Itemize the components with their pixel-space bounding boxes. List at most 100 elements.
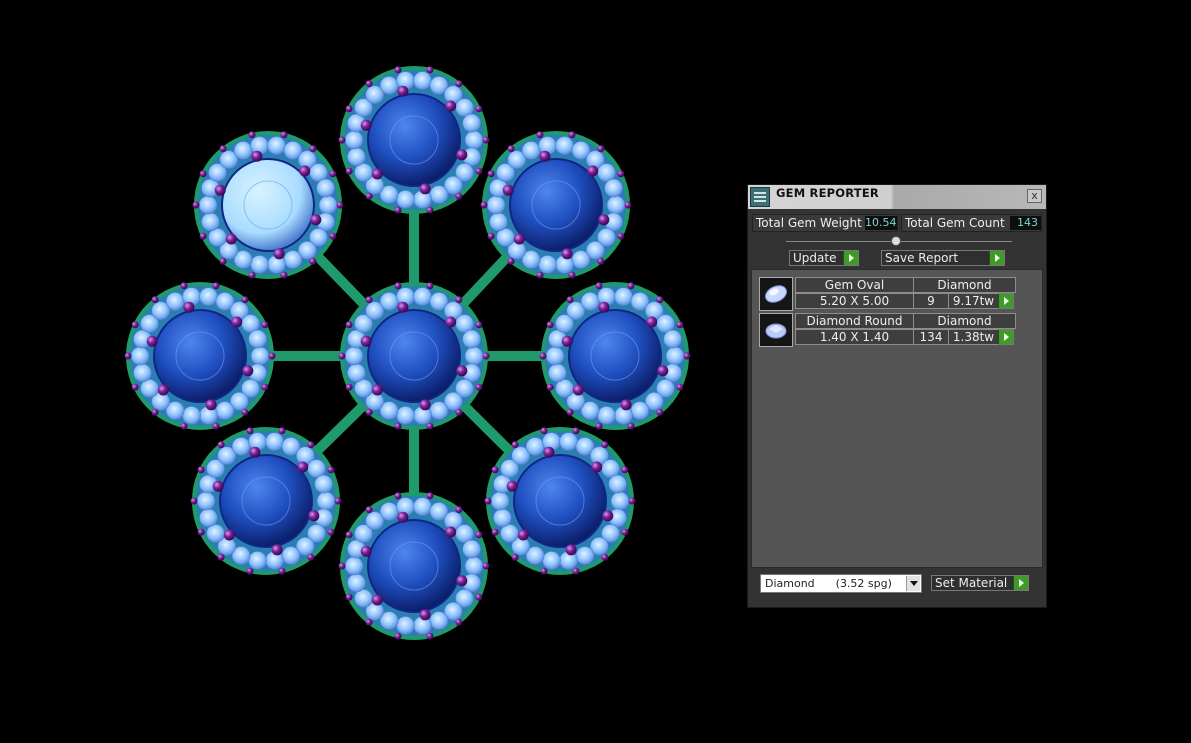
pave-diamond	[538, 255, 557, 274]
bead-prong	[621, 466, 629, 474]
pave-diamond	[379, 76, 399, 95]
bead-prong	[455, 618, 463, 626]
play-arrow-icon	[843, 251, 858, 265]
splitter-handle[interactable]	[891, 236, 901, 246]
bead-prong	[217, 553, 225, 561]
pave-diamond	[182, 406, 201, 425]
bead-prong	[394, 66, 402, 74]
bead-prong	[566, 296, 574, 304]
prong	[646, 316, 658, 328]
bead-prong	[426, 206, 434, 214]
pave-diamond	[665, 346, 685, 366]
bead-prong	[455, 80, 463, 88]
update-button[interactable]: Update	[789, 250, 859, 266]
gem-name: Gem Oval	[795, 277, 914, 293]
prong	[397, 511, 409, 523]
bead-prong	[480, 201, 488, 209]
chevron-down-icon[interactable]	[906, 576, 920, 591]
prong	[620, 399, 632, 411]
pave-diamond	[199, 287, 218, 306]
pave-diamond	[610, 491, 630, 511]
bead-prong	[336, 201, 344, 209]
play-arrow-icon	[998, 330, 1013, 344]
bead-prong	[482, 562, 490, 570]
pave-diamond	[347, 573, 366, 593]
prong	[572, 384, 584, 396]
pave-diamond	[130, 346, 150, 366]
save-report-button[interactable]: Save Report	[881, 250, 1005, 266]
bead-prong	[248, 131, 256, 139]
bead-prong	[131, 321, 139, 329]
bead-prong	[327, 528, 335, 536]
pave-diamond	[379, 502, 399, 521]
pave-diamond	[281, 546, 301, 565]
pave-diamond	[215, 401, 235, 420]
set-material-button[interactable]: Set Material	[931, 575, 1029, 591]
pave-diamond	[606, 195, 626, 215]
bead-prong	[338, 562, 346, 570]
prong	[310, 214, 322, 226]
bead-prong	[597, 257, 605, 265]
pave-diamond	[486, 195, 506, 215]
bead-prong	[394, 492, 402, 500]
prong	[242, 365, 254, 377]
prong	[502, 184, 514, 196]
gem-row[interactable]: Diamond Round Diamond 1.40 X 1.40 134 1.…	[759, 313, 1018, 347]
pave-diamond	[396, 406, 415, 425]
save-report-button-label: Save Report	[885, 251, 959, 265]
prong	[445, 526, 457, 538]
3d-viewport[interactable]	[0, 0, 730, 743]
gem-row[interactable]: Gem Oval Diamond 5.20 X 5.00 9 9.17tw	[759, 277, 1018, 311]
bead-prong	[487, 232, 495, 240]
gem-size: 1.40 X 1.40	[795, 329, 914, 345]
bead-prong	[197, 528, 205, 536]
bead-prong	[219, 145, 227, 153]
pave-diamond	[413, 287, 432, 306]
prong	[223, 529, 235, 541]
prong	[205, 399, 217, 411]
pave-diamond	[344, 556, 364, 576]
pave-diamond	[198, 195, 218, 215]
bead-prong	[261, 321, 269, 329]
bead-prong	[307, 553, 315, 561]
bead-prong	[426, 632, 434, 640]
gem-weight: 1.38tw	[948, 329, 999, 345]
gem-row-go-button[interactable]	[998, 293, 1014, 309]
panel-titlebar[interactable]: GEM REPORTER x	[748, 185, 1046, 209]
bead-prong	[536, 271, 544, 279]
pave-diamond	[604, 178, 623, 198]
prong	[397, 85, 409, 97]
prong	[419, 399, 431, 411]
bead-prong	[484, 497, 492, 505]
prong	[146, 335, 158, 347]
gem-row-go-button[interactable]	[998, 329, 1014, 345]
bead-prong	[487, 170, 495, 178]
bead-prong	[511, 441, 519, 449]
close-icon[interactable]: x	[1027, 189, 1042, 203]
bead-prong	[219, 257, 227, 265]
prong	[231, 316, 243, 328]
pave-diamond	[630, 401, 650, 420]
bead-prong	[365, 506, 373, 514]
pave-diamond	[396, 190, 415, 209]
pave-diamond	[614, 287, 633, 306]
bead-prong	[540, 567, 548, 575]
pave-diamond	[316, 491, 336, 511]
pave-diamond	[462, 113, 481, 133]
prong	[360, 335, 372, 347]
material-select[interactable]: Diamond (3.52 spg)	[760, 574, 922, 593]
bead-prong	[568, 131, 576, 139]
jewelry-render[interactable]	[0, 0, 730, 743]
bead-prong	[212, 422, 220, 430]
bead-prong	[327, 466, 335, 474]
bead-prong	[309, 145, 317, 153]
bead-prong	[365, 192, 373, 200]
bead-prong	[475, 593, 483, 601]
round-gem-icon	[759, 313, 793, 347]
bead-prong	[482, 136, 490, 144]
prong	[587, 165, 599, 177]
prong	[371, 168, 383, 180]
bead-prong	[475, 167, 483, 175]
bead-prong	[546, 383, 554, 391]
bead-prong	[455, 296, 463, 304]
